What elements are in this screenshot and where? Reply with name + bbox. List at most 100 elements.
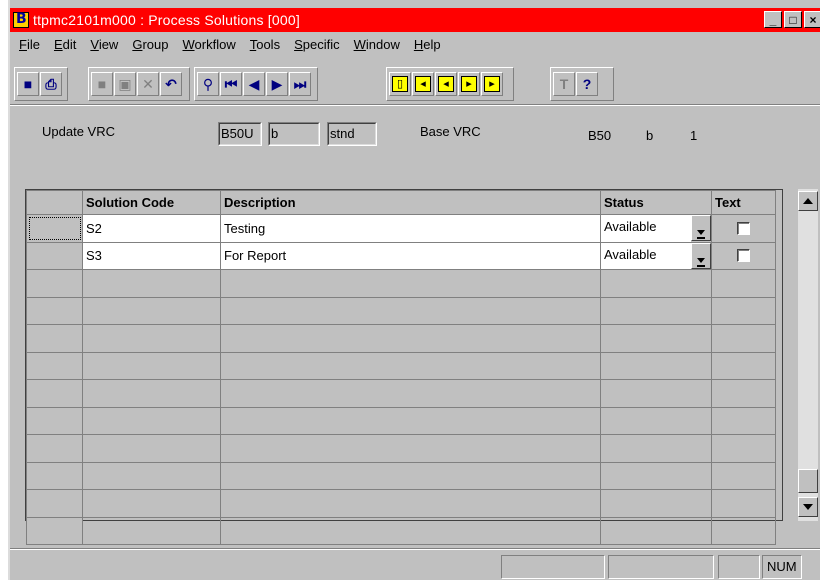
maximize-button[interactable]: □ — [784, 11, 802, 28]
find-icon[interactable]: ⚲ — [197, 72, 219, 96]
vertical-scrollbar[interactable] — [798, 189, 818, 521]
text-checkbox[interactable] — [737, 249, 750, 263]
group-first-icon[interactable]: ▯ — [389, 72, 411, 96]
new-icon[interactable]: ■ — [91, 72, 113, 96]
status-dropdown-button[interactable] — [691, 242, 711, 269]
status-value[interactable]: Available — [601, 215, 691, 242]
menu-edit[interactable]: Edit — [47, 37, 83, 52]
menu-workflow[interactable]: Workflow — [175, 37, 242, 52]
status-cell[interactable] — [600, 296, 712, 325]
menu-tools[interactable]: Tools — [243, 37, 287, 52]
status-cell[interactable] — [600, 489, 712, 518]
row-selector[interactable] — [26, 516, 83, 545]
description-cell[interactable] — [220, 379, 601, 408]
status-cell[interactable] — [600, 434, 712, 463]
text-cell[interactable] — [711, 324, 776, 353]
row-selector[interactable] — [26, 324, 83, 353]
description-cell[interactable] — [220, 434, 601, 463]
solution-code-cell[interactable] — [82, 406, 221, 435]
text-icon[interactable]: T — [553, 72, 575, 96]
status-cell[interactable] — [600, 269, 712, 298]
row-selector[interactable] — [26, 241, 83, 270]
text-cell[interactable] — [711, 406, 776, 435]
help-pointer-icon[interactable]: ? — [576, 72, 598, 96]
menu-view[interactable]: View — [83, 37, 125, 52]
first-record-icon[interactable]: ⏮ — [220, 72, 242, 96]
table-row[interactable] — [26, 489, 776, 518]
status-value[interactable]: Available — [601, 242, 691, 269]
text-cell[interactable] — [711, 296, 776, 325]
table-row[interactable] — [26, 461, 776, 490]
menu-group[interactable]: Group — [125, 37, 175, 52]
menu-window[interactable]: Window — [347, 37, 407, 52]
close-button[interactable]: × — [804, 11, 820, 28]
row-selector[interactable] — [26, 406, 83, 435]
title-bar[interactable]: ttpmc2101m000 : Process Solutions [000] … — [10, 8, 820, 32]
group-previous-icon[interactable]: ◂ — [412, 72, 434, 96]
status-cell[interactable]: Available — [600, 241, 712, 270]
row-selector[interactable] — [26, 379, 83, 408]
scroll-thumb[interactable] — [798, 469, 818, 493]
solution-code-cell[interactable] — [82, 489, 221, 518]
status-cell[interactable] — [600, 324, 712, 353]
group-next-icon[interactable]: ◂ — [435, 72, 457, 96]
baan-app-icon[interactable] — [13, 11, 29, 28]
text-cell[interactable] — [711, 461, 776, 490]
solution-code-cell[interactable] — [82, 379, 221, 408]
solution-code-cell[interactable]: S3 — [82, 241, 221, 270]
save-icon[interactable]: ■ — [17, 72, 39, 96]
status-cell[interactable] — [600, 351, 712, 380]
status-cell[interactable] — [600, 516, 712, 545]
last-record-icon[interactable]: ⏭ — [289, 72, 311, 96]
table-row[interactable] — [26, 269, 776, 298]
row-selector[interactable] — [26, 461, 83, 490]
table-row[interactable] — [26, 351, 776, 380]
menu-specific[interactable]: Specific — [287, 37, 347, 52]
menu-file[interactable]: File — [12, 37, 47, 52]
description-cell[interactable] — [220, 489, 601, 518]
description-cell[interactable] — [220, 461, 601, 490]
text-cell[interactable] — [711, 489, 776, 518]
text-cell[interactable] — [711, 351, 776, 380]
undo-icon[interactable]: ↶ — [160, 72, 182, 96]
description-cell[interactable]: For Report — [220, 241, 601, 270]
status-cell[interactable] — [600, 406, 712, 435]
next-record-icon[interactable]: ▶ — [266, 72, 288, 96]
column-header-status[interactable]: Status — [600, 190, 712, 215]
text-cell[interactable] — [711, 516, 776, 545]
table-row[interactable] — [26, 516, 776, 545]
text-cell[interactable] — [711, 379, 776, 408]
table-row[interactable]: S2 Testing Available — [26, 214, 776, 243]
solution-code-cell[interactable] — [82, 296, 221, 325]
table-row[interactable] — [26, 379, 776, 408]
description-cell[interactable] — [220, 406, 601, 435]
row-selector[interactable] — [26, 434, 83, 463]
status-cell[interactable] — [600, 461, 712, 490]
table-row[interactable]: S3 For Report Available — [26, 241, 776, 270]
text-cell[interactable] — [711, 434, 776, 463]
scroll-down-button[interactable] — [798, 497, 818, 517]
text-checkbox[interactable] — [737, 221, 750, 235]
row-selector[interactable] — [26, 296, 83, 325]
table-row[interactable] — [26, 324, 776, 353]
table-row[interactable] — [26, 296, 776, 325]
solution-code-cell[interactable] — [82, 461, 221, 490]
previous-record-icon[interactable]: ◀ — [243, 72, 265, 96]
solution-code-cell[interactable]: S2 — [82, 214, 221, 243]
status-dropdown-button[interactable] — [691, 215, 711, 242]
group-extra-icon[interactable]: ▸ — [481, 72, 503, 96]
scroll-up-button[interactable] — [798, 191, 818, 211]
row-selector[interactable] — [26, 269, 83, 298]
column-header-text[interactable]: Text — [711, 190, 776, 215]
description-cell[interactable] — [220, 269, 601, 298]
minimize-button[interactable]: _ — [764, 11, 782, 28]
solution-code-cell[interactable] — [82, 516, 221, 545]
delete-icon[interactable]: ✕ — [137, 72, 159, 96]
text-cell[interactable] — [711, 269, 776, 298]
solution-code-cell[interactable] — [82, 269, 221, 298]
status-cell[interactable]: Available — [600, 214, 712, 243]
row-selector[interactable] — [26, 489, 83, 518]
group-last-icon[interactable]: ▸ — [458, 72, 480, 96]
menu-help[interactable]: Help — [407, 37, 448, 52]
description-cell[interactable]: Testing — [220, 214, 601, 243]
